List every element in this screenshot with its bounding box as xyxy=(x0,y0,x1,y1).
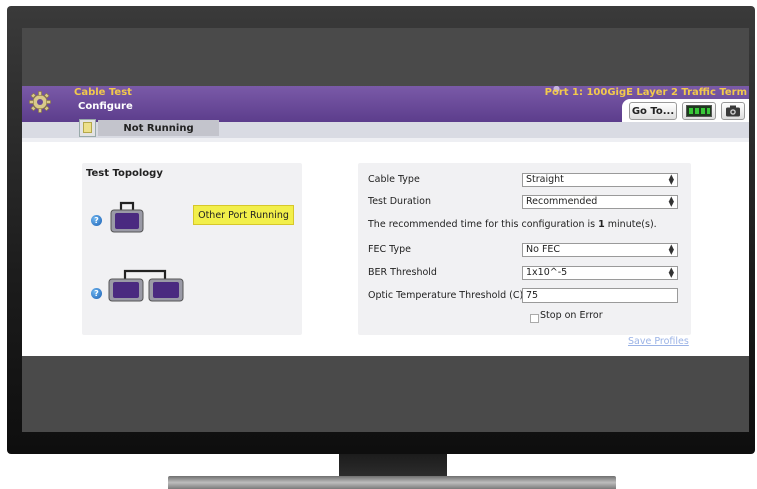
stop-on-error-label: Stop on Error xyxy=(540,310,603,321)
config-panel: Cable Type Straight ▲ ▼ Test Duration Rec… xyxy=(358,163,691,335)
ber-threshold-label: BER Threshold xyxy=(368,267,437,278)
snapshot-icon xyxy=(726,105,740,117)
select-arrow-icon: ▲ ▼ xyxy=(668,195,674,208)
monitor-stand-neck xyxy=(339,454,447,476)
optic-temp-input[interactable]: 75 xyxy=(522,288,678,303)
ber-threshold-select[interactable]: 1x10^-5 ▲ ▼ xyxy=(522,266,678,280)
app-window: Cable Test Configure ● Port 1: 100GigE L… xyxy=(22,86,749,356)
ber-threshold-value: 1x10^-5 xyxy=(526,267,568,278)
test-duration-select[interactable]: Recommended ▲ ▼ xyxy=(522,195,678,209)
recommended-time-value: 1 xyxy=(598,219,605,230)
topology-panel: Test Topology ? Other Port Running ? xyxy=(82,163,302,335)
recommended-time-suffix: minute(s). xyxy=(604,219,657,230)
status-badge: Not Running xyxy=(98,120,219,136)
cable-type-select[interactable]: Straight ▲ ▼ xyxy=(522,173,678,187)
fec-type-select[interactable]: No FEC ▲ ▼ xyxy=(522,243,678,257)
fec-type-label: FEC Type xyxy=(368,244,411,255)
loopback-device-icon[interactable] xyxy=(107,269,187,303)
help-icon[interactable]: ? xyxy=(91,215,102,226)
optic-temp-label: Optic Temperature Threshold (C) xyxy=(368,290,524,301)
app-title: Cable Test xyxy=(74,87,132,98)
recommended-time-text: The recommended time for this configurat… xyxy=(368,219,657,230)
screen-lower-area xyxy=(22,356,749,432)
port-status-button[interactable] xyxy=(682,102,716,120)
screen-upper-area xyxy=(22,28,749,86)
divider xyxy=(22,138,749,142)
page-subtitle: Configure xyxy=(78,101,133,112)
recommended-time-prefix: The recommended time for this configurat… xyxy=(368,219,599,230)
help-icon[interactable]: ? xyxy=(91,288,102,299)
monitor-stand-base xyxy=(168,476,616,489)
stop-on-error-checkbox[interactable] xyxy=(530,314,539,323)
test-status-toggle[interactable] xyxy=(79,119,96,137)
goto-button[interactable]: Go To... xyxy=(629,102,677,120)
test-duration-value: Recommended xyxy=(526,196,598,207)
status-indicator-light xyxy=(83,122,92,133)
other-port-running-badge[interactable]: Other Port Running xyxy=(193,205,294,225)
cable-type-value: Straight xyxy=(526,174,564,185)
save-profiles-link[interactable]: Save Profiles xyxy=(628,336,689,347)
select-arrow-icon: ▲ ▼ xyxy=(668,243,674,256)
topology-title: Test Topology xyxy=(86,168,163,179)
select-arrow-icon: ▲ ▼ xyxy=(668,173,674,186)
port-label: Port 1: 100GigE Layer 2 Traffic Term xyxy=(544,87,747,98)
test-duration-label: Test Duration xyxy=(368,196,431,207)
select-arrow-icon: ▲ ▼ xyxy=(668,266,674,279)
port-status-icon xyxy=(686,105,712,117)
cable-type-label: Cable Type xyxy=(368,174,420,185)
fec-type-value: No FEC xyxy=(526,244,561,255)
gear-icon[interactable] xyxy=(28,90,52,114)
device-icon[interactable] xyxy=(109,200,145,234)
snapshot-button[interactable] xyxy=(721,102,745,120)
